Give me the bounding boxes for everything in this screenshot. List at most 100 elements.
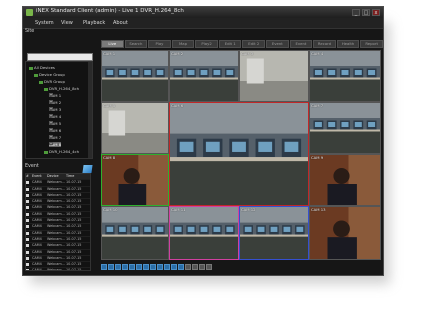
tab-event[interactable]: Event [289, 40, 313, 48]
camera-video-feed [240, 51, 308, 101]
tree-node[interactable]: DVR Group [39, 79, 65, 84]
tree-node[interactable]: CAM 4 [49, 114, 61, 119]
table-cell: 10-07-15 [66, 224, 82, 229]
tree-node[interactable]: All Devices [29, 65, 55, 70]
camera-tile[interactable]: CAM 9 [309, 154, 381, 206]
record-icon[interactable] [164, 264, 170, 270]
ptz-icon[interactable] [178, 264, 184, 270]
camera-tile[interactable]: CAM 1 [101, 50, 169, 102]
snapshot-icon[interactable] [157, 264, 163, 270]
table-cell: Webcam... [47, 218, 65, 223]
zoom-icon[interactable] [185, 264, 191, 270]
camera-tile[interactable]: CAM 13 [309, 206, 381, 260]
menu-bar: System View Playback About [23, 18, 383, 29]
layout-9-icon[interactable] [122, 264, 128, 270]
camera-tile[interactable]: CAM 11 [169, 206, 239, 260]
table-cell: CAM4 [32, 186, 42, 191]
camera-tile[interactable]: CAM 2 [169, 50, 239, 102]
tree-node[interactable]: CAM 1 [49, 93, 61, 98]
app-window: iNEX Standard Client (admin) - Live 1 DV… [22, 6, 384, 276]
layout-16-icon[interactable] [129, 264, 135, 270]
prev-icon[interactable] [101, 264, 107, 270]
tree-node-label: DVR_H.264_8ch [49, 86, 80, 91]
table-row[interactable]: CAM4 Webcam... 10-07-15 [26, 268, 90, 270]
settings-icon[interactable] [192, 264, 198, 270]
column-header[interactable]: Device [47, 174, 66, 179]
table-cell: 10-07-15 [66, 262, 82, 267]
camera-tile[interactable]: CAM 4 [309, 50, 381, 102]
tab-search[interactable]: Search [124, 40, 148, 48]
camera-video-feed [102, 103, 168, 153]
event-cube-icon [82, 165, 93, 173]
layout-custom-icon[interactable] [136, 264, 142, 270]
menu-view[interactable]: View [61, 20, 73, 26]
tab-edit-2[interactable]: Edit 2 [242, 40, 266, 48]
tree-node[interactable]: CAM 2 [49, 100, 61, 105]
camera-video-feed [170, 207, 238, 259]
fullscreen-icon[interactable] [150, 264, 156, 270]
table-cell: 10-07-15 [66, 243, 82, 248]
tree-node[interactable]: CAM 6 [49, 128, 61, 133]
table-cell: Webcam... [47, 199, 65, 204]
camera-tile[interactable]: CAM 10 [101, 206, 169, 260]
camera-video-feed [310, 103, 380, 153]
column-header[interactable]: Event [32, 174, 47, 179]
camera-label: CAM 2 [171, 51, 184, 56]
minimize-button[interactable]: _ [352, 9, 360, 16]
column-header[interactable]: Time [66, 174, 90, 179]
tab-health[interactable]: Health [336, 40, 360, 48]
camera-tile[interactable]: CAM 5 [101, 102, 169, 154]
tab-live[interactable]: Live [101, 40, 124, 48]
table-cell: 10-07-15 [66, 211, 82, 216]
menu-system[interactable]: System [35, 20, 54, 26]
tree-node[interactable]: CAM 3 [49, 107, 61, 112]
tab-map[interactable]: Map [171, 40, 195, 48]
layout-4-icon[interactable] [115, 264, 121, 270]
maximize-button[interactable]: □ [362, 9, 370, 16]
layout-1-icon[interactable] [108, 264, 114, 270]
table-cell: 10-07-15 [66, 205, 82, 210]
tree-node-label: All Devices [34, 65, 55, 70]
tree-node[interactable]: DVR_H.264_4ch [44, 149, 79, 154]
table-cell: CAM4 [32, 205, 42, 210]
camera-tile[interactable]: CAM 8 [101, 154, 169, 206]
tab-report[interactable]: Report [360, 40, 383, 48]
camera-tile[interactable]: CAM 7 [309, 102, 381, 154]
camera-icon [49, 121, 53, 124]
tree-node[interactable]: DVR_H.264_8ch [44, 86, 79, 91]
table-cell: CAM4 [32, 262, 42, 267]
camera-tile[interactable]: CAM 6 [169, 102, 309, 206]
tab-play2[interactable]: Play2 [195, 40, 218, 48]
tab-record[interactable]: Record [313, 40, 336, 48]
close-button[interactable]: x [372, 9, 380, 16]
camera-icon [49, 128, 53, 131]
tree-node[interactable]: Device Group [34, 72, 65, 77]
app-logo-icon [26, 9, 33, 16]
tree-node[interactable]: CAM 8 [49, 142, 62, 147]
menu-playback[interactable]: Playback [83, 20, 105, 26]
tab-edit-1[interactable]: Edit 1 [218, 40, 242, 48]
tree-node[interactable]: CAM 7 [49, 135, 61, 140]
camera-video-feed [310, 207, 380, 259]
table-cell: CAM4 [32, 180, 42, 185]
table-cell: Webcam... [47, 211, 65, 216]
site-search-input[interactable] [27, 53, 93, 61]
audio-icon[interactable] [171, 264, 177, 270]
camera-label: CAM 10 [103, 207, 118, 212]
close-icon[interactable] [206, 264, 212, 270]
menu-about[interactable]: About [113, 20, 128, 26]
info-icon[interactable] [199, 264, 205, 270]
tree-node[interactable]: CAM 5 [49, 121, 61, 126]
camera-tile[interactable]: CAM 12 [239, 206, 309, 260]
tab-event[interactable]: Event [266, 40, 289, 48]
camera-tile[interactable]: CAM 3 [239, 50, 309, 102]
table-cell: CAM4 [32, 199, 42, 204]
tab-play[interactable]: Play [148, 40, 171, 48]
camera-video-feed [310, 51, 380, 101]
sequence-icon[interactable] [143, 264, 149, 270]
site-tree-scrollbar[interactable] [88, 62, 92, 158]
event-table: # Event Device Time CAM4 Webcam... 10-07-15 CAM… [25, 173, 91, 271]
table-cell: Webcam... [47, 262, 65, 267]
title-bar[interactable]: iNEX Standard Client (admin) - Live 1 DV… [23, 7, 383, 18]
camera-icon [49, 114, 53, 117]
